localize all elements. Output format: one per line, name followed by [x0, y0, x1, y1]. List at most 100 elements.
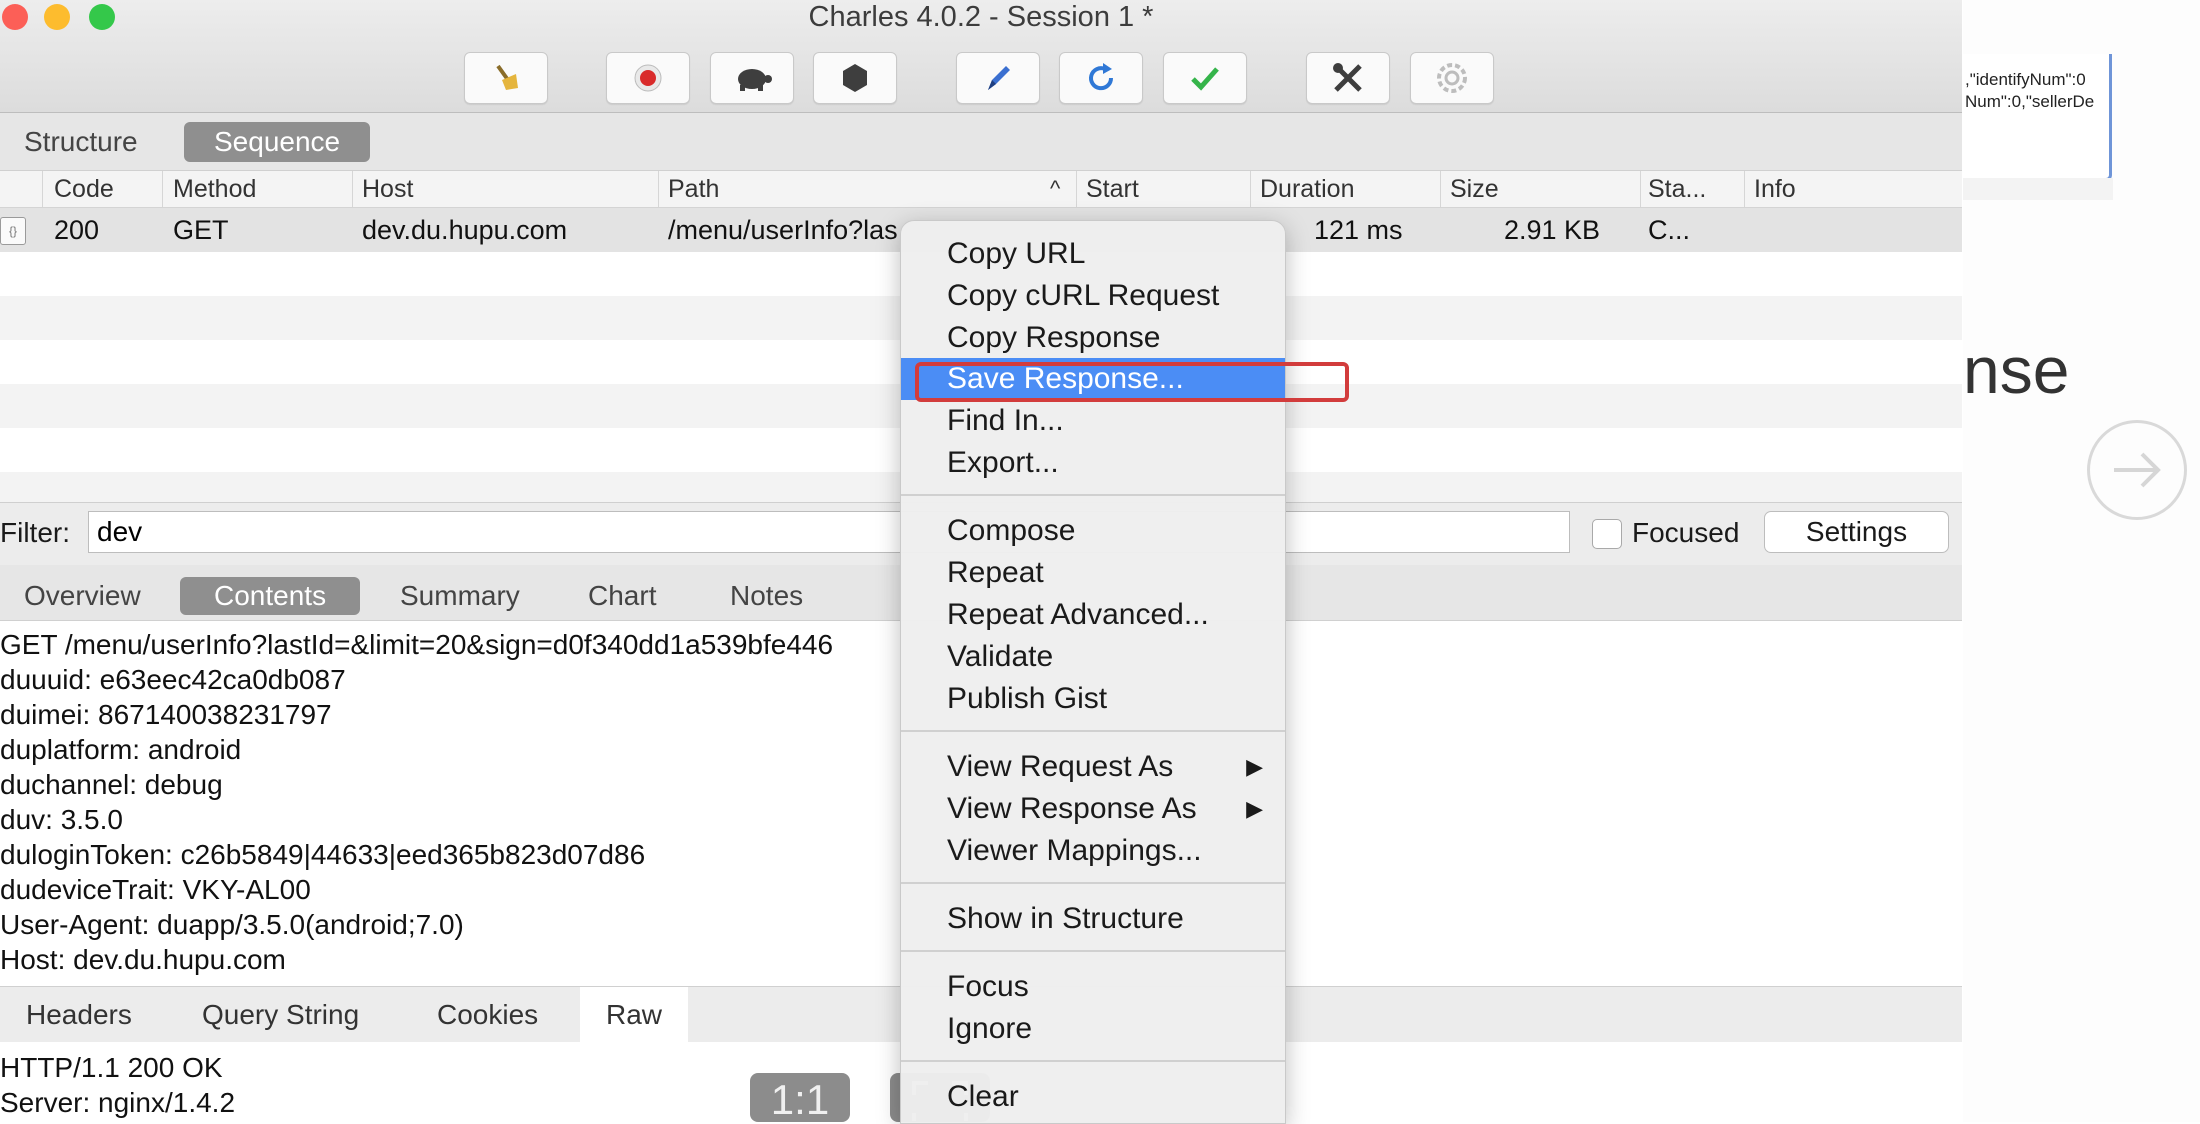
column-header-code[interactable]: Code: [54, 174, 114, 204]
menu-item-copy-url[interactable]: Copy URL: [901, 233, 1285, 275]
request-line: GET /menu/userInfo?lastId=&limit=20&sign…: [0, 629, 834, 660]
tab-chart[interactable]: Chart: [554, 577, 690, 615]
request-line: dudeviceTrait: VKY-AL00: [0, 874, 311, 905]
title-bar: Charles 4.0.2 - Session 1 *: [0, 0, 1962, 113]
clear-session-button[interactable]: [464, 52, 548, 104]
throttle-button[interactable]: [710, 52, 794, 104]
annotation-highlight-box: [915, 362, 1349, 402]
request-line: duuuid: e63eec42ca0db087: [0, 664, 346, 695]
tab-summary[interactable]: Summary: [366, 577, 554, 615]
filter-label: Filter:: [0, 517, 70, 548]
row-code: 200: [54, 215, 100, 245]
stop-hexagon-icon: [843, 64, 867, 92]
menu-separator: [901, 882, 1285, 884]
compose-pen-icon: [988, 66, 1010, 90]
menu-item-viewer-mappings[interactable]: Viewer Mappings...: [901, 830, 1285, 872]
menu-item-publish-gist[interactable]: Publish Gist: [901, 678, 1285, 720]
request-line: User-Agent: duapp/3.5.0(android;7.0): [0, 909, 464, 940]
sort-ascending-icon: ^: [1050, 176, 1061, 201]
column-header-path[interactable]: Path: [668, 174, 719, 204]
compose-button[interactable]: [956, 52, 1040, 104]
menu-item-label: View Request As: [947, 750, 1174, 783]
validate-button[interactable]: [1163, 52, 1247, 104]
tab-cookies[interactable]: Cookies: [437, 987, 538, 1042]
row-host: dev.du.hupu.com: [362, 215, 568, 245]
request-line: duloginToken: c26b5849|44633|eed365b823d…: [0, 839, 646, 870]
menu-item-repeat-advanced[interactable]: Repeat Advanced...: [901, 594, 1285, 636]
tab-contents[interactable]: Contents: [180, 577, 361, 615]
background-json-panel: ,"identifyNum":0 Num":0,"sellerDe: [1963, 54, 2112, 181]
menu-item-export[interactable]: Export...: [901, 442, 1285, 484]
tab-notes[interactable]: Notes: [696, 577, 837, 615]
focused-checkbox[interactable]: [1592, 519, 1622, 549]
menu-item-compose[interactable]: Compose: [901, 510, 1285, 552]
menu-item-ignore[interactable]: Ignore: [901, 1008, 1285, 1050]
menu-item-focus[interactable]: Focus: [901, 966, 1285, 1008]
validate-check-icon: [1191, 67, 1219, 91]
settings-gear-icon: [1437, 63, 1467, 93]
throttle-turtle-icon: [738, 69, 772, 91]
view-mode-tabs: Structure Sequence: [0, 113, 1962, 171]
table-header: Code Method Host Path ^ Start Duration S…: [0, 171, 1962, 208]
json-file-icon: {}: [0, 217, 26, 245]
settings-button[interactable]: [1410, 52, 1494, 104]
response-line: HTTP/1.1 200 OK: [0, 1052, 223, 1083]
menu-item-view-response-as[interactable]: View Response As ▶: [901, 788, 1285, 830]
background-big-text: nse: [1963, 333, 2070, 407]
request-line: duv: 3.5.0: [0, 804, 123, 835]
background-json-line: Num":0,"sellerDe: [1965, 92, 2095, 111]
tools-icon: [1333, 63, 1362, 92]
actual-size-button[interactable]: 1:1: [750, 1073, 850, 1122]
window-title: Charles 4.0.2 - Session 1 *: [808, 1, 1154, 33]
request-line: duimei: 867140038231797: [0, 699, 332, 730]
tab-structure[interactable]: Structure: [0, 122, 168, 162]
response-line: Server: nginx/1.4.2: [0, 1087, 236, 1118]
background-app: ,"identifyNum":0 Num":0,"sellerDe nse: [1963, 0, 2200, 1122]
request-line: Host: dev.du.hupu.com: [0, 944, 286, 975]
menu-item-view-request-as[interactable]: View Request As ▶: [901, 746, 1285, 788]
column-header-size[interactable]: Size: [1450, 174, 1499, 204]
settings-button[interactable]: Settings: [1764, 511, 1949, 553]
filter-input[interactable]: [88, 511, 1570, 553]
tab-headers[interactable]: Headers: [26, 987, 132, 1042]
menu-item-show-in-structure[interactable]: Show in Structure: [901, 898, 1285, 940]
menu-item-validate[interactable]: Validate: [901, 636, 1285, 678]
next-arrow-icon[interactable]: [2087, 420, 2187, 520]
tools-button[interactable]: [1306, 52, 1390, 104]
repeat-button[interactable]: [1059, 52, 1143, 104]
record-icon: [634, 64, 662, 92]
row-size: 2.91 KB: [1504, 215, 1601, 245]
column-header-method[interactable]: Method: [173, 174, 256, 204]
column-header-info[interactable]: Info: [1754, 174, 1796, 204]
menu-item-clear[interactable]: Clear: [901, 1076, 1285, 1118]
breakpoints-button[interactable]: [813, 52, 897, 104]
submenu-arrow-icon: ▶: [1246, 754, 1263, 779]
repeat-icon: [1089, 63, 1114, 91]
context-menu: Copy URL Copy cURL Request Copy Response…: [900, 220, 1286, 1124]
menu-item-copy-curl-request[interactable]: Copy cURL Request: [901, 275, 1285, 317]
menu-item-copy-response[interactable]: Copy Response: [901, 317, 1285, 359]
column-header-host[interactable]: Host: [362, 174, 413, 204]
column-header-status[interactable]: Sta...: [1648, 174, 1706, 204]
request-line: duchannel: debug: [0, 769, 223, 800]
menu-separator: [901, 730, 1285, 732]
row-path: /menu/userInfo?las: [668, 215, 898, 245]
menu-separator: [901, 1060, 1285, 1062]
record-button[interactable]: [606, 52, 690, 104]
column-header-duration[interactable]: Duration: [1260, 174, 1355, 204]
background-strip: [1963, 178, 2113, 200]
tab-sequence[interactable]: Sequence: [184, 122, 371, 162]
menu-separator: [901, 950, 1285, 952]
focused-label: Focused: [1632, 517, 1740, 548]
column-header-start[interactable]: Start: [1086, 174, 1139, 204]
row-status: C...: [1648, 215, 1691, 245]
menu-item-repeat[interactable]: Repeat: [901, 552, 1285, 594]
broom-icon: [496, 64, 518, 90]
tab-query-string[interactable]: Query String: [202, 987, 359, 1042]
tab-raw[interactable]: Raw: [580, 987, 689, 1042]
background-json-line: ,"identifyNum":0: [1965, 70, 2086, 89]
tab-overview[interactable]: Overview: [0, 577, 175, 615]
row-duration: 121 ms: [1314, 215, 1403, 245]
menu-item-find-in[interactable]: Find In...: [901, 400, 1285, 442]
submenu-arrow-icon: ▶: [1246, 796, 1263, 821]
